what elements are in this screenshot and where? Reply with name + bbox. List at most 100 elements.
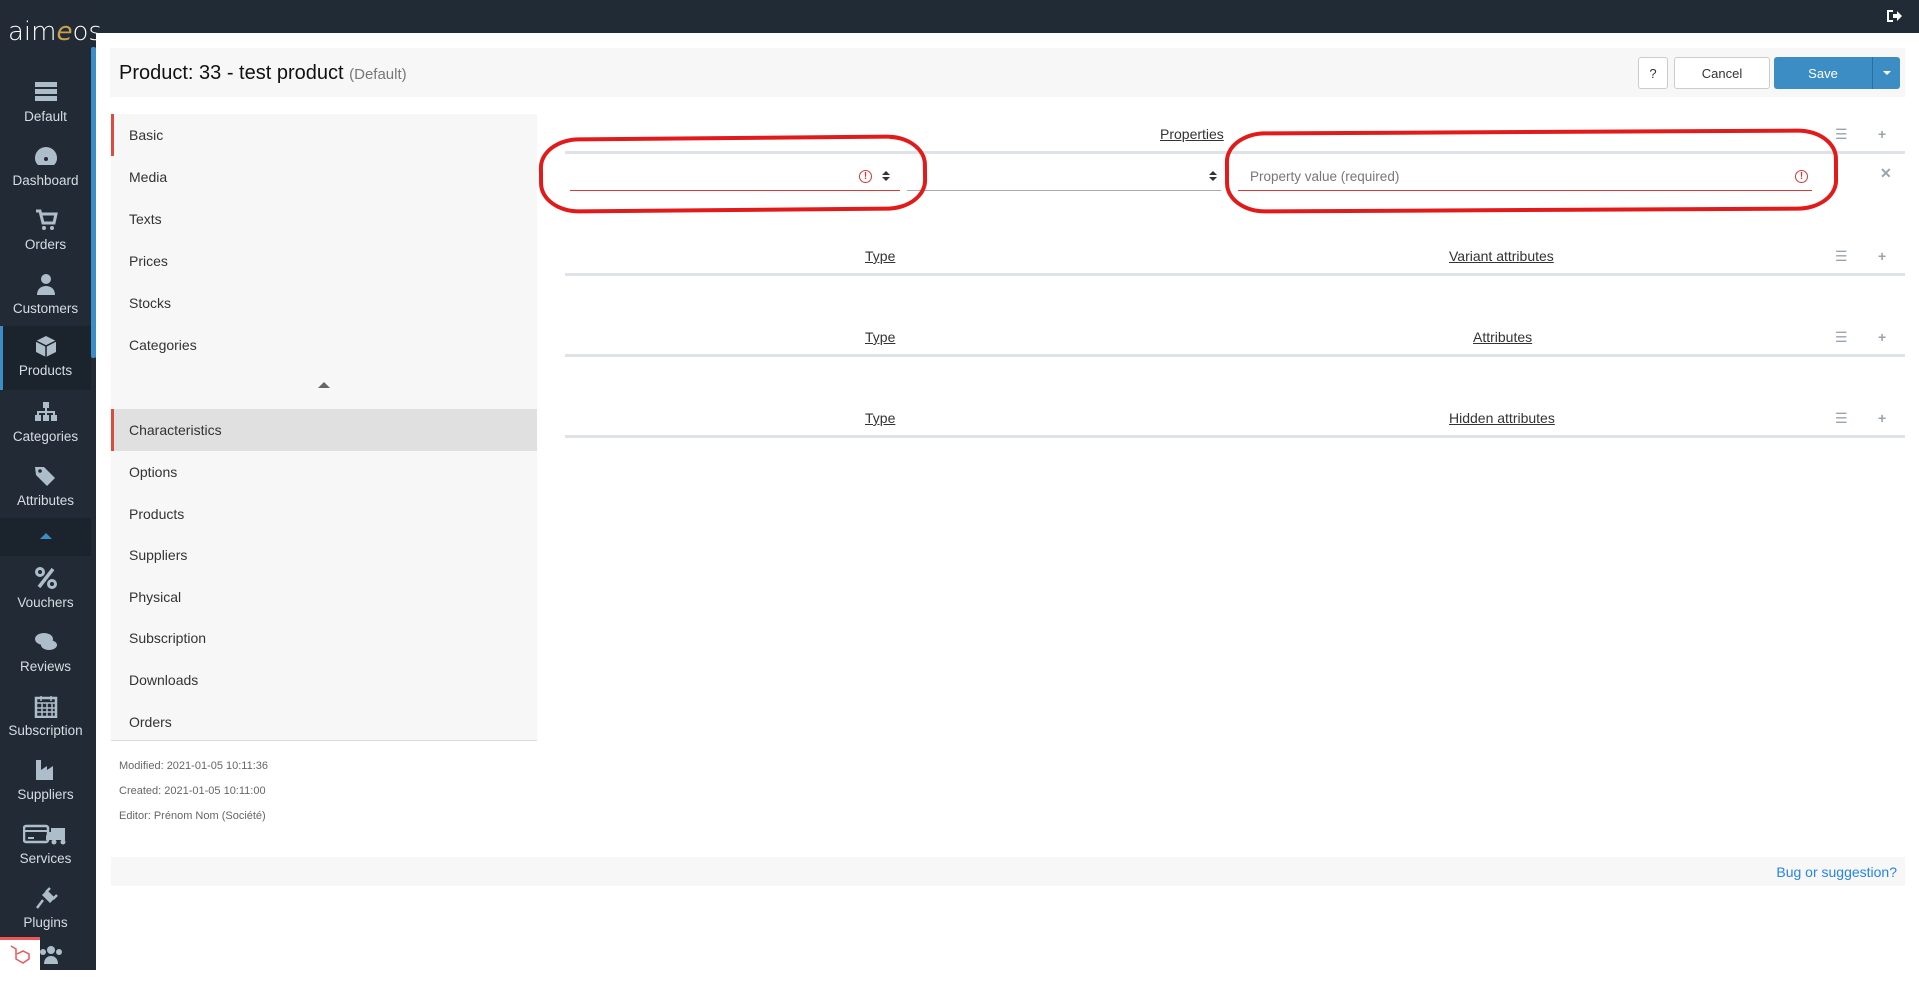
plus-icon[interactable]: + bbox=[1878, 410, 1886, 426]
close-icon[interactable]: ✕ bbox=[1880, 165, 1892, 182]
sidebar-item-services[interactable]: Services bbox=[0, 814, 91, 878]
sidebar-item-label: Default bbox=[24, 109, 67, 124]
select-arrow-icon bbox=[1209, 171, 1217, 183]
type-header[interactable]: Type bbox=[865, 248, 895, 264]
sidebar-item-label: Vouchers bbox=[17, 595, 74, 610]
nav-tab-media[interactable]: Media bbox=[111, 156, 537, 198]
laravel-debug-icon[interactable] bbox=[0, 937, 40, 970]
list-icon[interactable]: ☰ bbox=[1835, 126, 1848, 143]
sidebar-item-label: Reviews bbox=[19, 659, 71, 674]
sidebar-scrollbar[interactable] bbox=[91, 47, 96, 358]
plus-icon[interactable]: + bbox=[1878, 248, 1886, 264]
list-icon[interactable]: ☰ bbox=[1835, 248, 1848, 265]
properties-header[interactable]: Properties bbox=[1160, 126, 1224, 142]
sidebar-item-label: Orders bbox=[24, 237, 67, 252]
sidebar-item-vouchers[interactable]: Vouchers bbox=[0, 558, 91, 622]
sitemap-icon bbox=[34, 402, 57, 421]
nav-tab-stocks[interactable]: Stocks bbox=[111, 282, 537, 324]
nav-tab-products[interactable]: Products bbox=[111, 493, 537, 535]
editor-name: Editor: Prénom Nom (Société) bbox=[119, 810, 266, 822]
property-language-select[interactable] bbox=[907, 163, 1221, 191]
cart-icon bbox=[35, 209, 58, 230]
server-icon bbox=[34, 82, 57, 101]
hidden-attributes-header: Type Hidden attributes ☰ + bbox=[565, 398, 1905, 438]
sidebar-item-suppliers[interactable]: Suppliers bbox=[0, 750, 91, 814]
sidebar-item-label: Plugins bbox=[23, 915, 68, 930]
type-header[interactable]: Type bbox=[865, 329, 895, 345]
caret-up-icon bbox=[40, 533, 52, 539]
plus-icon[interactable]: + bbox=[1878, 329, 1886, 345]
comments-icon bbox=[34, 633, 57, 650]
plus-icon[interactable]: + bbox=[1878, 126, 1886, 142]
created-date: Created: 2021-01-05 10:11:00 bbox=[119, 785, 266, 797]
nav-tab-physical[interactable]: Physical bbox=[111, 576, 537, 618]
variant-attributes-title[interactable]: Variant attributes bbox=[1449, 248, 1554, 264]
calendar-icon bbox=[34, 696, 57, 718]
sidebar-item-categories[interactable]: Categories bbox=[0, 392, 91, 456]
sidebar-item-customers[interactable]: Customers bbox=[0, 264, 91, 328]
sidebar: aimeos Default Dashboard Orders Customer… bbox=[0, 0, 102, 970]
annotation-circle bbox=[1224, 128, 1839, 214]
sidebar-item-products[interactable]: Products bbox=[0, 326, 91, 390]
sidebar-item-dashboard[interactable]: Dashboard bbox=[0, 136, 91, 200]
nav-tab-suppliers[interactable]: Suppliers bbox=[111, 534, 537, 576]
cancel-button[interactable]: Cancel bbox=[1674, 57, 1770, 89]
item-navigation: Basic Media Texts Prices Stocks Categori… bbox=[111, 114, 537, 741]
sign-out-icon[interactable] bbox=[1886, 9, 1902, 23]
variant-attributes-header: Type Variant attributes ☰ + bbox=[565, 236, 1905, 276]
sidebar-item-label: Suppliers bbox=[17, 787, 74, 802]
sidebar-item-label: Services bbox=[19, 851, 72, 866]
nav-tab-categories[interactable]: Categories bbox=[111, 324, 537, 366]
list-icon[interactable]: ☰ bbox=[1835, 329, 1848, 346]
nav-tab-basic[interactable]: Basic bbox=[111, 114, 537, 156]
footer: Bug or suggestion? bbox=[111, 857, 1905, 886]
users-icon bbox=[40, 946, 62, 964]
modified-date: Modified: 2021-01-05 10:11:36 bbox=[119, 760, 269, 772]
sidebar-item-default[interactable]: Default bbox=[0, 72, 91, 136]
tags-icon bbox=[34, 467, 55, 486]
user-icon bbox=[36, 274, 55, 295]
caret-up-icon[interactable] bbox=[318, 382, 330, 388]
site-label: (Default) bbox=[349, 66, 407, 83]
sidebar-item-label: Subscription bbox=[8, 723, 83, 738]
sidebar-item-label: Dashboard bbox=[12, 173, 79, 188]
nav-tab-downloads[interactable]: Downloads bbox=[111, 659, 537, 701]
annotation-circle bbox=[538, 134, 928, 214]
sidebar-item-label: Attributes bbox=[16, 493, 75, 508]
sidebar-item-orders[interactable]: Orders bbox=[0, 200, 91, 264]
save-button[interactable]: Save bbox=[1774, 57, 1872, 89]
sidebar-item-label: Categories bbox=[12, 429, 79, 444]
attributes-header: Type Attributes ☰ + bbox=[565, 317, 1905, 357]
nav-tab-prices[interactable]: Prices bbox=[111, 240, 537, 282]
tachometer-icon bbox=[34, 147, 57, 165]
cube-icon bbox=[35, 336, 56, 357]
bug-report-link[interactable]: Bug or suggestion? bbox=[1776, 864, 1897, 880]
sidebar-item-attributes[interactable]: Attributes bbox=[0, 456, 91, 520]
sidebar-item-label: Products bbox=[18, 363, 73, 378]
sidebar-item-label: Customers bbox=[12, 301, 79, 316]
nav-tab-texts[interactable]: Texts bbox=[111, 198, 537, 240]
sidebar-item-plugins[interactable]: Plugins bbox=[0, 878, 91, 942]
sidebar-item-subscription[interactable]: Subscription bbox=[0, 686, 91, 750]
nav-tab-characteristics[interactable]: Characteristics bbox=[111, 409, 537, 451]
hidden-attributes-title[interactable]: Hidden attributes bbox=[1449, 410, 1555, 426]
plug-icon bbox=[35, 887, 58, 909]
percent-icon bbox=[34, 567, 57, 589]
page-header: Product: 33 - test product (Default) ? C… bbox=[110, 48, 1905, 97]
nav-tab-orders[interactable]: Orders bbox=[111, 701, 537, 743]
list-icon[interactable]: ☰ bbox=[1835, 410, 1848, 427]
caret-down-icon bbox=[1882, 71, 1891, 75]
nav-tab-options[interactable]: Options bbox=[111, 451, 537, 493]
attributes-title[interactable]: Attributes bbox=[1473, 329, 1532, 345]
type-header[interactable]: Type bbox=[865, 410, 895, 426]
logo: aimeos bbox=[8, 17, 102, 47]
sidebar-collapse-toggle[interactable] bbox=[0, 518, 91, 556]
save-options-dropdown[interactable] bbox=[1872, 57, 1900, 89]
nav-tab-subscription[interactable]: Subscription bbox=[111, 617, 537, 659]
credit-card-truck-icon bbox=[22, 824, 65, 845]
help-button[interactable]: ? bbox=[1638, 57, 1668, 89]
page-title: Product: 33 - test product (Default) bbox=[119, 62, 407, 84]
industry-icon bbox=[35, 760, 53, 780]
sidebar-item-reviews[interactable]: Reviews bbox=[0, 622, 91, 686]
top-bar bbox=[0, 0, 1919, 33]
